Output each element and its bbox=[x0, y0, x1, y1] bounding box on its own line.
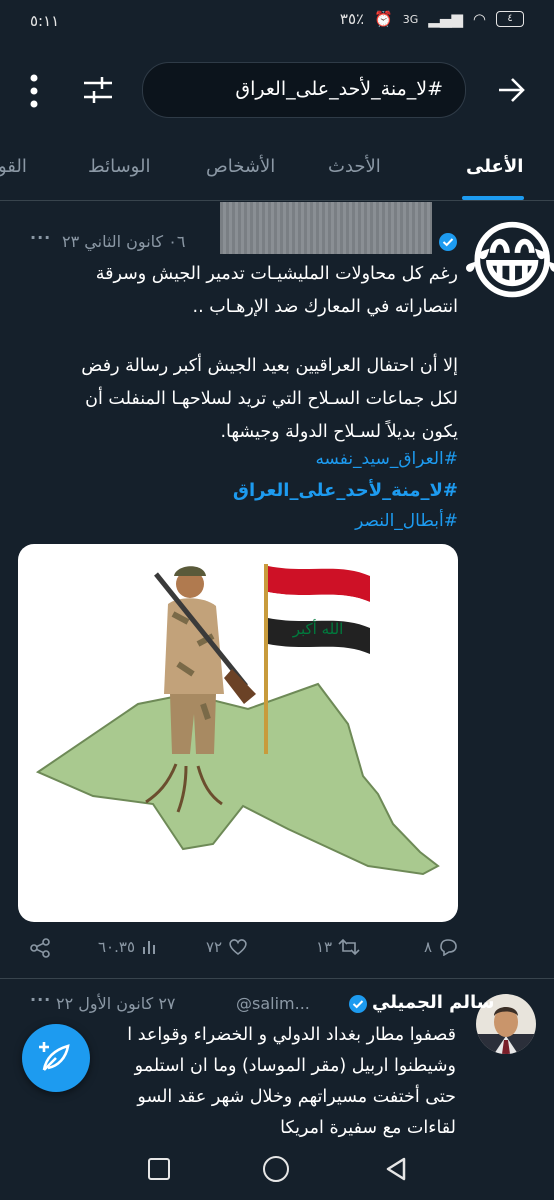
retweet-icon bbox=[338, 938, 360, 956]
tweet-date: ٠٦ كانون الثاني ٢٣ bbox=[62, 232, 186, 251]
back-triangle-icon[interactable] bbox=[384, 1156, 408, 1182]
verified-badge-icon bbox=[439, 233, 457, 251]
laughing-emoji-avatar[interactable]: 😂 bbox=[462, 210, 554, 314]
tweet-more-icon[interactable]: ... bbox=[30, 224, 51, 243]
tweet-handle[interactable]: @salim... bbox=[236, 994, 310, 1013]
tab-lists[interactable]: القو bbox=[0, 156, 27, 177]
search-query: #لا_منة_لأحد_على_العراق bbox=[235, 78, 443, 100]
hashtag-link[interactable]: #لا_منة_لأحد_على_العراق bbox=[18, 475, 458, 506]
views-button[interactable]: ٦٠.٣٥ bbox=[98, 938, 159, 956]
reply-icon bbox=[440, 939, 457, 956]
wifi-icon: ◠ bbox=[472, 10, 486, 28]
flag-takbir-text: الله أكبر bbox=[292, 619, 344, 638]
compose-tweet-button[interactable] bbox=[22, 1024, 90, 1092]
network-type: 3G bbox=[402, 12, 419, 26]
tab-top[interactable]: الأعلى bbox=[466, 156, 523, 177]
tweet-more-icon[interactable]: ... bbox=[30, 986, 51, 1005]
tweet-text-paragraph-2: إلا أن احتفال العراقيين بعيد الجيش أكبر … bbox=[18, 350, 458, 449]
tweet-actions: ٦٠.٣٥ ٧٢ ١٣ ٨ bbox=[0, 932, 554, 966]
back-arrow-icon[interactable] bbox=[496, 76, 526, 104]
recent-apps-icon[interactable] bbox=[148, 1158, 170, 1180]
search-tabs: الأعلى الأحدث الأشخاص الوسائط القو bbox=[0, 148, 554, 201]
share-button[interactable] bbox=[30, 938, 50, 958]
battery-icon: ٤ bbox=[496, 11, 524, 27]
tab-latest[interactable]: الأحدث bbox=[328, 156, 381, 177]
reply-button[interactable]: ٨ bbox=[424, 938, 458, 956]
tweet-date: ٢٧ كانون الأول ٢٢ bbox=[56, 994, 176, 1013]
active-tab-indicator bbox=[462, 196, 524, 200]
battery-percent: ٣٥٪ bbox=[339, 10, 365, 28]
redacted-user-name bbox=[220, 202, 432, 254]
verified-badge-icon bbox=[349, 995, 367, 1013]
more-options-icon[interactable] bbox=[24, 74, 44, 108]
views-count: ٦٠.٣٥ bbox=[98, 938, 135, 956]
soldier-flag-illustration: الله أكبر bbox=[35, 564, 440, 876]
tweet-text-line: انتصاراته في المعارك ضد الإرهـاب .. bbox=[192, 297, 458, 317]
system-navigation-bar bbox=[0, 1140, 554, 1200]
tab-media[interactable]: الوسائط bbox=[88, 156, 150, 177]
status-time: ٥:١١ bbox=[30, 12, 60, 30]
tweet-divider bbox=[0, 978, 554, 979]
alarm-icon: ⏰ bbox=[374, 10, 393, 28]
retweets-count: ١٣ bbox=[316, 938, 333, 956]
search-input[interactable]: #لا_منة_لأحد_على_العراق bbox=[142, 62, 466, 118]
home-icon[interactable] bbox=[263, 1156, 289, 1182]
compose-feather-icon bbox=[39, 1042, 70, 1071]
tweet-text-line: إلا أن احتفال العراقيين بعيد الجيش أكبر … bbox=[81, 356, 458, 376]
hashtags: #العراق_سيد_نفسه #لا_منة_لأحد_على_العراق… bbox=[18, 444, 458, 537]
share-icon bbox=[30, 938, 50, 958]
tweet-media-image[interactable]: الله أكبر bbox=[18, 544, 458, 922]
tweet-text-line: رغم كل محاولات المليشيـات تدمير الجيش وس… bbox=[95, 264, 458, 284]
tab-people[interactable]: الأشخاص bbox=[206, 156, 275, 177]
status-icons: ٣٥٪ ⏰ 3G ▂▄▆ ◠ ٤ bbox=[340, 10, 524, 28]
tweet-text-line: لكل جماعات السـلاح التي تريد لسلاحهـا ال… bbox=[85, 389, 458, 409]
status-bar: ٥:١١ ٣٥٪ ⏰ 3G ▂▄▆ ◠ ٤ bbox=[0, 0, 554, 44]
hashtag-link[interactable]: #أبطال_النصر bbox=[18, 506, 458, 537]
tweet-author-name[interactable]: سالم الجميلي bbox=[372, 992, 494, 1013]
replies-count: ٨ bbox=[424, 938, 433, 956]
hashtag-link[interactable]: #العراق_سيد_نفسه bbox=[18, 444, 458, 475]
signal-icon: ▂▄▆ bbox=[428, 10, 463, 28]
tweet-text-paragraph-1: رغم كل محاولات المليشيـات تدمير الجيش وس… bbox=[18, 258, 458, 324]
filter-settings-icon[interactable] bbox=[82, 74, 114, 106]
retweet-button[interactable]: ١٣ bbox=[316, 938, 360, 956]
heart-icon bbox=[229, 939, 247, 956]
like-button[interactable]: ٧٢ bbox=[206, 938, 248, 956]
views-icon bbox=[143, 941, 155, 954]
search-header: #لا_منة_لأحد_على_العراق bbox=[0, 56, 554, 126]
likes-count: ٧٢ bbox=[206, 938, 223, 956]
